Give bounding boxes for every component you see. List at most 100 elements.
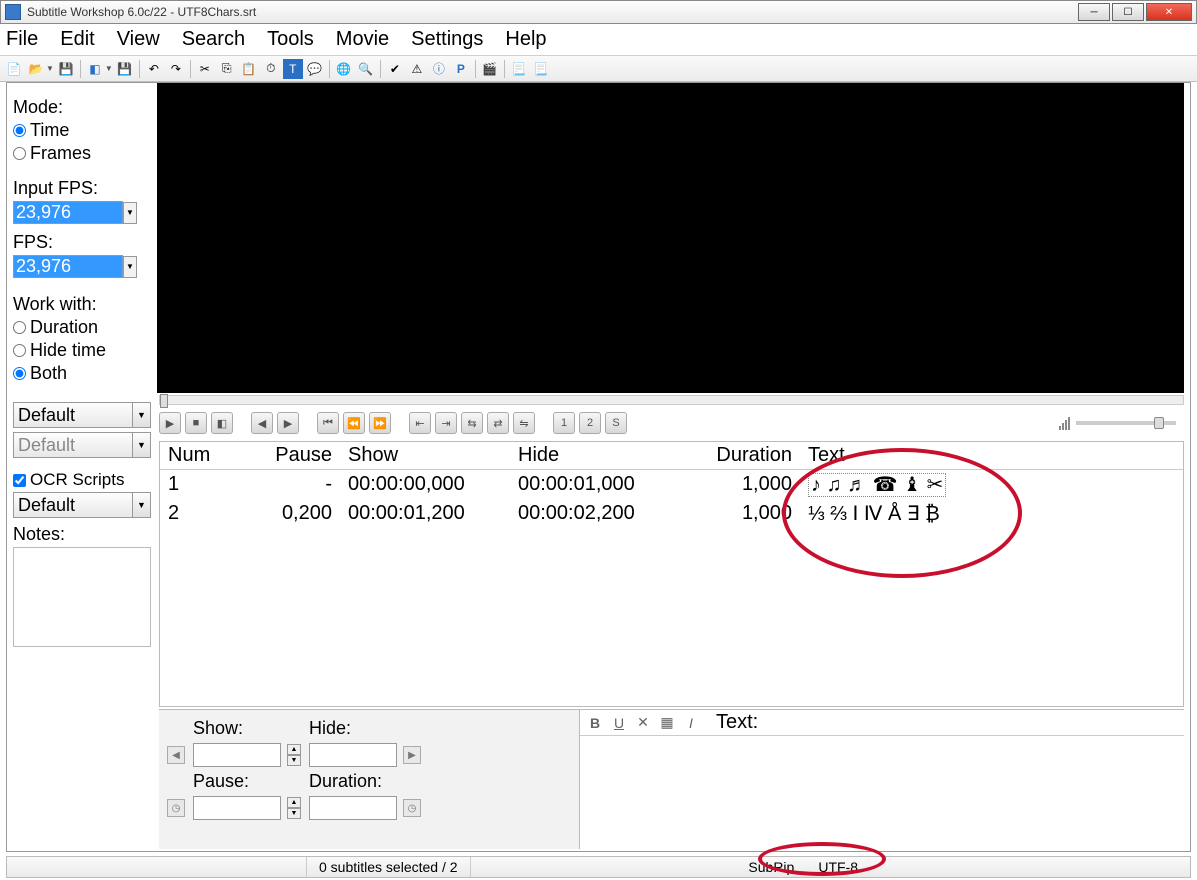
undo-icon[interactable]: ↶ (144, 59, 164, 79)
menu-movie[interactable]: Movie (336, 28, 389, 51)
mode-time-radio[interactable]: Time (13, 120, 151, 141)
menu-view[interactable]: View (117, 28, 160, 51)
mode-frames-label: Frames (30, 143, 91, 164)
bold-button[interactable]: B (586, 714, 604, 732)
cut-icon[interactable]: ✂ (195, 59, 215, 79)
play-button[interactable]: ▶ (159, 412, 181, 434)
search-icon[interactable]: 🔍 (356, 59, 376, 79)
one-button[interactable]: 1 (553, 412, 575, 434)
video-preview[interactable] (157, 83, 1184, 393)
menu-search[interactable]: Search (182, 28, 245, 51)
volume-knob[interactable] (1154, 417, 1164, 429)
subtitle-text-input[interactable] (580, 736, 1184, 849)
forward-button[interactable]: ⏩ (369, 412, 391, 434)
mark-in-button[interactable]: ⇤ (409, 412, 431, 434)
back-button[interactable]: ⏪ (343, 412, 365, 434)
pause-spin-up[interactable]: ▲ (287, 797, 301, 808)
next-button[interactable]: ▶ (277, 412, 299, 434)
doc1-icon[interactable]: 📃 (509, 59, 529, 79)
open-file-icon[interactable]: 📂 (26, 59, 46, 79)
col-pause[interactable]: Pause (230, 442, 340, 470)
video-scrubber[interactable] (159, 395, 1184, 405)
info-icon[interactable]: ⓘ (429, 59, 449, 79)
show-input[interactable] (193, 743, 281, 767)
menu-file[interactable]: File (6, 28, 38, 51)
mode-frames-radio[interactable]: Frames (13, 143, 151, 164)
pascal-icon[interactable]: P (451, 59, 471, 79)
paste-icon[interactable]: 📋 (239, 59, 259, 79)
table-row[interactable]: 2 0,200 00:00:01,200 00:00:02,200 1,000 … (160, 499, 1183, 528)
col-hide[interactable]: Hide (510, 442, 700, 470)
spell-icon[interactable]: ✔ (385, 59, 405, 79)
color-button[interactable]: ▦ (658, 714, 676, 732)
cell-show: 00:00:01,200 (340, 499, 510, 528)
menu-help[interactable]: Help (505, 28, 546, 51)
two-button[interactable]: 2 (579, 412, 601, 434)
show-spin-down[interactable]: ▼ (287, 755, 301, 766)
sync-3-button[interactable]: ⇋ (513, 412, 535, 434)
redo-icon[interactable]: ↷ (166, 59, 186, 79)
ocr-scripts-checkbox[interactable]: OCR Scripts (13, 470, 151, 490)
new-file-icon[interactable]: 📄 (4, 59, 24, 79)
close-button[interactable]: ✕ (1146, 3, 1192, 21)
table-row[interactable]: 1 - 00:00:00,000 00:00:01,000 1,000 ♪ ♫ … (160, 470, 1183, 500)
underline-button[interactable]: U (610, 714, 628, 732)
toggle-button[interactable]: ◧ (211, 412, 233, 434)
stop-button[interactable]: ■ (185, 412, 207, 434)
encoding-combo-2-dropdown[interactable]: ▼ (133, 432, 151, 458)
translate-icon[interactable]: ◧ (85, 59, 105, 79)
next-sub-icon[interactable]: ▶ (403, 746, 421, 764)
lang-icon[interactable]: 🌐 (334, 59, 354, 79)
work-duration-radio[interactable]: Duration (13, 317, 151, 338)
input-fps-dropdown[interactable]: ▼ (123, 202, 137, 224)
rewind-button[interactable]: ⏮ (317, 412, 339, 434)
input-fps-field[interactable] (13, 201, 123, 224)
subtitle-grid[interactable]: Num Pause Show Hide Duration Text 1 - 00… (159, 441, 1184, 707)
menu-settings[interactable]: Settings (411, 28, 483, 51)
col-duration[interactable]: Duration (700, 442, 800, 470)
ocr-combo[interactable]: Default (13, 492, 133, 518)
s-button[interactable]: S (605, 412, 627, 434)
clock1-icon[interactable]: ◷ (167, 799, 185, 817)
text-icon[interactable]: T (283, 59, 303, 79)
work-both-radio[interactable]: Both (13, 363, 151, 384)
clear-button[interactable]: ✕ (634, 714, 652, 732)
duration-input[interactable] (309, 796, 397, 820)
col-num[interactable]: Num (160, 442, 230, 470)
menu-tools[interactable]: Tools (267, 28, 314, 51)
maximize-button[interactable]: ☐ (1112, 3, 1144, 21)
pause-spin-down[interactable]: ▼ (287, 808, 301, 819)
chat-icon[interactable]: 💬 (305, 59, 325, 79)
warn-icon[interactable]: ⚠ (407, 59, 427, 79)
menu-edit[interactable]: Edit (60, 28, 94, 51)
col-show[interactable]: Show (340, 442, 510, 470)
save-file-icon[interactable]: 💾 (56, 59, 76, 79)
volume-slider[interactable] (1076, 421, 1176, 425)
clock2-icon[interactable]: ◷ (403, 799, 421, 817)
timer-icon[interactable]: ⏱ (261, 59, 281, 79)
fps-field[interactable] (13, 255, 123, 278)
sync-2-button[interactable]: ⇄ (487, 412, 509, 434)
ocr-combo-dropdown[interactable]: ▼ (133, 492, 151, 518)
prev-button[interactable]: ◀ (251, 412, 273, 434)
copy-icon[interactable]: ⎘ (217, 59, 237, 79)
prev-sub-icon[interactable]: ◀ (167, 746, 185, 764)
notes-textarea[interactable] (13, 547, 151, 647)
encoding-combo-1[interactable]: Default (13, 402, 133, 428)
sync-1-button[interactable]: ⇆ (461, 412, 483, 434)
save-trans-icon[interactable]: 💾 (115, 59, 135, 79)
doc2-icon[interactable]: 📃 (531, 59, 551, 79)
encoding-combo-2[interactable]: Default (13, 432, 133, 458)
encoding-combo-1-dropdown[interactable]: ▼ (133, 402, 151, 428)
scrubber-thumb[interactable] (160, 394, 168, 408)
work-hide-radio[interactable]: Hide time (13, 340, 151, 361)
hide-input[interactable] (309, 743, 397, 767)
video-icon[interactable]: 🎬 (480, 59, 500, 79)
col-text[interactable]: Text (800, 442, 1183, 470)
minimize-button[interactable]: ─ (1078, 3, 1110, 21)
mark-out-button[interactable]: ⇥ (435, 412, 457, 434)
pause-input[interactable] (193, 796, 281, 820)
show-spin-up[interactable]: ▲ (287, 744, 301, 755)
fps-dropdown[interactable]: ▼ (123, 256, 137, 278)
italic-button[interactable]: I (682, 714, 700, 732)
